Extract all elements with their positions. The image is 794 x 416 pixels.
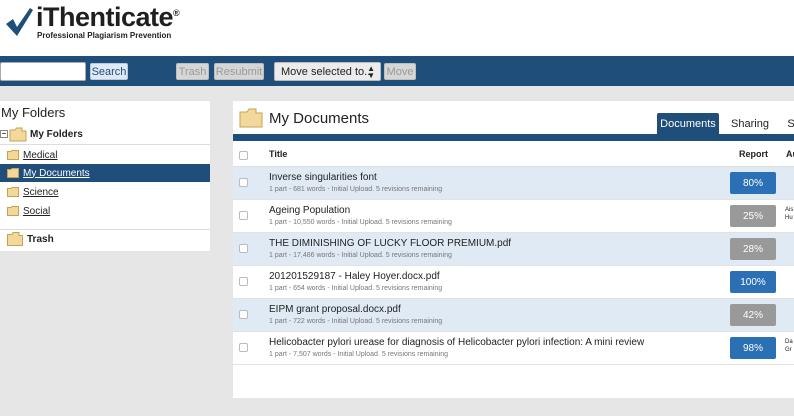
document-meta: 1 part - 681 words - Initial Upload. 5 r… xyxy=(269,186,443,193)
report-score-button[interactable]: 28% xyxy=(730,238,776,260)
brand-tagline: Professional Plagiarism Prevention xyxy=(37,31,172,40)
column-header-title[interactable]: Title xyxy=(269,149,287,159)
move-selected-select-label: Move selected to... xyxy=(281,65,374,78)
toolbar: Search Trash Resubmit Move selected to..… xyxy=(0,56,794,86)
folder-icon xyxy=(7,168,19,178)
divider xyxy=(0,229,210,230)
sidebar-item-label: Science xyxy=(23,186,59,198)
report-score-button[interactable]: 80% xyxy=(730,172,776,194)
app-header: iThenticate® Professional Plagiarism Pre… xyxy=(0,0,794,56)
folder-icon xyxy=(7,150,19,160)
logo-checkmark-icon xyxy=(6,8,33,36)
document-meta: 1 part - 10,550 words - Initial Upload. … xyxy=(269,219,452,226)
sidebar-item-medical[interactable]: Medical xyxy=(0,146,210,164)
row-checkbox[interactable] xyxy=(239,178,248,187)
tab-sharing[interactable]: Sharing xyxy=(725,113,775,135)
select-all-checkbox[interactable] xyxy=(239,151,248,160)
table-row: 201201529187 - Haley Hoyer.docx.pdf 1 pa… xyxy=(233,266,794,299)
document-title-link[interactable]: EIPM grant proposal.docx.pdf xyxy=(269,304,401,315)
document-title-link[interactable]: Ageing Population xyxy=(269,205,350,216)
report-score-button[interactable]: 98% xyxy=(730,337,776,359)
report-score-button[interactable]: 100% xyxy=(730,271,776,293)
sidebar-item-label: Medical xyxy=(23,149,58,161)
sidebar-title: My Folders xyxy=(1,105,66,120)
documents-panel: My Documents Documents Sharing S Title R… xyxy=(233,101,794,398)
trash-button[interactable]: Trash xyxy=(176,63,209,80)
collapse-icon[interactable]: − xyxy=(0,130,8,138)
document-title-link[interactable]: Inverse singularities font xyxy=(269,172,377,183)
row-checkbox[interactable] xyxy=(239,211,248,220)
tab-documents[interactable]: Documents xyxy=(657,113,719,135)
row-checkbox[interactable] xyxy=(239,277,248,286)
search-button[interactable]: Search xyxy=(90,63,128,80)
tab-bar xyxy=(233,134,794,141)
folder-sidebar: My Folders − My Folders Medical My Docum… xyxy=(0,101,210,251)
document-author: Da Gr xyxy=(785,339,793,353)
column-header-report[interactable]: Report xyxy=(739,149,768,159)
folder-root[interactable]: − My Folders xyxy=(0,125,83,143)
table-row: EIPM grant proposal.docx.pdf 1 part - 72… xyxy=(233,299,794,332)
move-selected-select[interactable]: Move selected to... ▲ ▼ xyxy=(274,62,381,81)
table-row: Inverse singularities font 1 part - 681 … xyxy=(233,167,794,200)
document-title-link[interactable]: 201201529187 - Haley Hoyer.docx.pdf xyxy=(269,271,440,282)
folder-root-label: My Folders xyxy=(30,128,83,140)
move-button[interactable]: Move xyxy=(384,63,416,80)
document-meta: 1 part - 7,507 words - Initial Upload. 5… xyxy=(269,351,448,358)
document-meta: 1 part - 722 words - Initial Upload. 5 r… xyxy=(269,318,443,325)
folder-icon xyxy=(9,127,27,141)
document-title-link[interactable]: Helicobacter pylori urease for diagnosis… xyxy=(269,337,644,348)
table-row: Helicobacter pylori urease for diagnosis… xyxy=(233,332,794,365)
table-row: THE DIMINISHING OF LUCKY FLOOR PREMIUM.p… xyxy=(233,233,794,266)
select-arrows-icon: ▲ ▼ xyxy=(367,64,375,80)
report-score-button[interactable]: 42% xyxy=(730,304,776,326)
sidebar-item-my-documents[interactable]: My Documents xyxy=(0,164,210,182)
brand-name: iThenticate® xyxy=(36,2,180,32)
document-meta: 1 part - 17,486 words - Initial Upload. … xyxy=(269,252,452,259)
resubmit-button[interactable]: Resubmit xyxy=(214,63,264,80)
folder-icon xyxy=(239,108,263,128)
sidebar-item-label: My Documents xyxy=(23,167,90,179)
page-title: My Documents xyxy=(269,110,370,127)
sidebar-item-label: Social xyxy=(23,205,51,217)
divider xyxy=(0,144,210,145)
row-checkbox[interactable] xyxy=(239,244,248,253)
folder-icon xyxy=(7,206,19,216)
document-author: Ais Hu xyxy=(785,207,794,221)
tab-settings[interactable]: S xyxy=(786,113,794,135)
search-input[interactable] xyxy=(0,62,86,81)
report-score-button[interactable]: 25% xyxy=(730,205,776,227)
sidebar-item-trash[interactable]: Trash xyxy=(7,232,54,246)
row-checkbox[interactable] xyxy=(239,310,248,319)
table-row: Ageing Population 1 part - 10,550 words … xyxy=(233,200,794,233)
sidebar-item-social[interactable]: Social xyxy=(0,202,210,220)
folder-icon xyxy=(7,187,19,197)
trash-folder-icon xyxy=(7,232,23,246)
column-header-author[interactable]: Au xyxy=(786,149,794,159)
row-checkbox[interactable] xyxy=(239,343,248,352)
sidebar-item-label: Trash xyxy=(27,233,54,245)
sidebar-item-science[interactable]: Science xyxy=(0,183,210,201)
document-meta: 1 part - 654 words - Initial Upload. 5 r… xyxy=(269,285,443,292)
document-title-link[interactable]: THE DIMINISHING OF LUCKY FLOOR PREMIUM.p… xyxy=(269,238,511,249)
